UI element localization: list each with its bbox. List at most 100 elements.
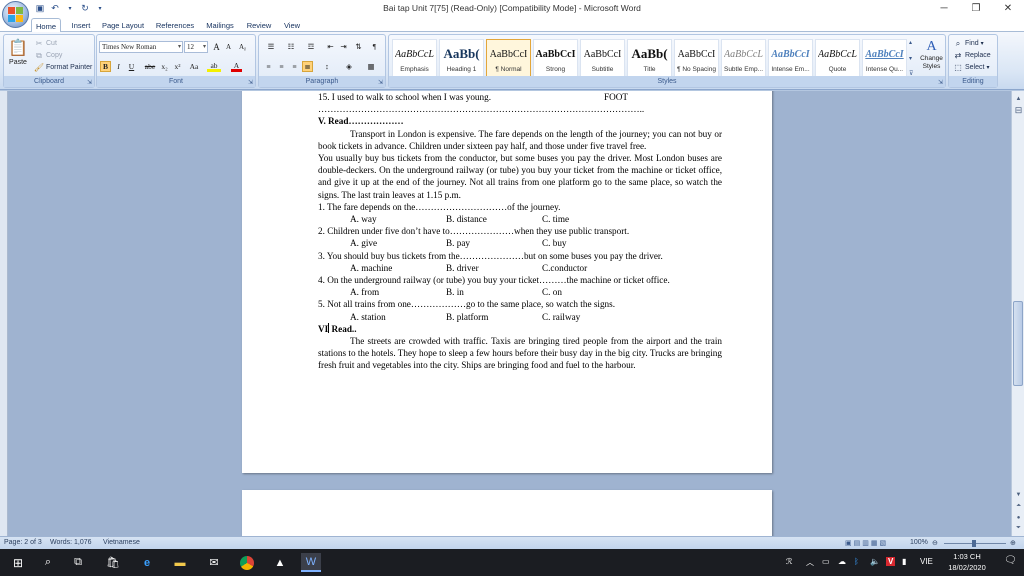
document-area[interactable]: 15. I used to walk to school when I was … bbox=[0, 91, 1011, 536]
people-icon[interactable]: ℛ bbox=[786, 557, 792, 566]
task-view-icon[interactable]: ⧉ bbox=[68, 553, 88, 572]
battery-icon[interactable]: ▭ bbox=[822, 557, 830, 566]
dialog-launcher-icon[interactable]: ⇲ bbox=[938, 79, 943, 86]
language-indicator[interactable]: Vietnamese bbox=[103, 539, 140, 546]
previous-page-icon[interactable]: ⏶ bbox=[1013, 501, 1024, 512]
ruler-toggle-icon[interactable]: ⊟ bbox=[1013, 105, 1024, 116]
word-count[interactable]: Words: 1,076 bbox=[50, 539, 92, 546]
highlight-button[interactable]: ab bbox=[207, 61, 221, 72]
page-count[interactable]: Page: 2 of 3 bbox=[4, 539, 42, 546]
multilevel-list-icon[interactable]: ☲ bbox=[303, 41, 319, 52]
tab-review[interactable]: Review bbox=[244, 19, 274, 32]
document-page[interactable]: 15. I used to walk to school when I was … bbox=[242, 91, 772, 473]
bold-button[interactable]: B bbox=[100, 61, 111, 72]
customize-qat-icon[interactable]: ▾ bbox=[94, 2, 106, 14]
zoom-out-icon[interactable]: ⊖ bbox=[932, 539, 938, 547]
justify-icon[interactable]: ≣ bbox=[302, 61, 313, 72]
tab-view[interactable]: View bbox=[280, 19, 304, 32]
photos-icon[interactable]: ▲ bbox=[270, 553, 290, 572]
underline-button[interactable]: U bbox=[126, 61, 137, 72]
restore-button[interactable]: ❐ bbox=[960, 0, 992, 17]
scrollbar-thumb[interactable] bbox=[1013, 301, 1023, 386]
style-intense-quote[interactable]: AaBbCcI Intense Qu... bbox=[862, 39, 907, 77]
clear-format-button[interactable]: Aᵪ bbox=[237, 41, 248, 52]
volume-icon[interactable]: 🔈 bbox=[870, 557, 880, 566]
style-strong[interactable]: AaBbCcI Strong bbox=[533, 39, 578, 77]
change-case-button[interactable]: Aa bbox=[187, 61, 201, 72]
pilcrow-icon[interactable]: ¶ bbox=[369, 41, 380, 52]
decrease-indent-icon[interactable]: ⇤ bbox=[325, 41, 336, 52]
select-browse-object-icon[interactable]: ● bbox=[1013, 512, 1024, 523]
dialog-launcher-icon[interactable]: ⇲ bbox=[248, 79, 253, 86]
select-button[interactable]: ⬚ Select ▾ bbox=[953, 62, 989, 73]
vertical-scrollbar[interactable]: ▲ ⊟ ▼ ⏶ ● ⏷ bbox=[1011, 91, 1024, 536]
change-styles-button[interactable]: A Change Styles bbox=[918, 39, 945, 77]
chevron-down-icon[interactable]: ▾ bbox=[909, 55, 916, 62]
office-button[interactable] bbox=[2, 1, 29, 28]
align-center-icon[interactable]: ≡ bbox=[276, 61, 287, 72]
line-spacing-icon[interactable]: ↕ bbox=[319, 61, 335, 72]
increase-indent-icon[interactable]: ⇥ bbox=[338, 41, 349, 52]
scroll-down-icon[interactable]: ▼ bbox=[1013, 489, 1024, 500]
style-emphasis[interactable]: AaBbCcL Emphasis bbox=[392, 39, 437, 77]
tab-insert[interactable]: Insert bbox=[66, 19, 96, 32]
edge-icon[interactable]: e bbox=[137, 553, 157, 572]
zoom-slider[interactable] bbox=[944, 540, 1006, 547]
cut-button[interactable]: ✂ Cut bbox=[34, 38, 57, 49]
style-intense-emphasis[interactable]: AaBbCcI Intense Em... bbox=[768, 39, 813, 77]
zoom-in-icon[interactable]: ⊕ bbox=[1010, 539, 1016, 547]
grow-font-button[interactable]: A bbox=[211, 41, 222, 52]
next-page-icon[interactable]: ⏷ bbox=[1013, 523, 1024, 534]
replace-button[interactable]: ⇄ Replace bbox=[953, 50, 991, 61]
superscript-button[interactable]: x² bbox=[172, 61, 183, 72]
format-painter-button[interactable]: 🖌 Format Painter bbox=[34, 62, 92, 73]
save-icon[interactable]: ▣ bbox=[34, 2, 46, 14]
word-taskbar-icon[interactable]: W bbox=[301, 553, 321, 572]
document-body[interactable]: 15. I used to walk to school when I was … bbox=[318, 91, 722, 372]
bullets-icon[interactable]: ☰ bbox=[263, 41, 279, 52]
sort-icon[interactable]: ⇅ bbox=[353, 41, 364, 52]
onedrive-icon[interactable]: ☁ bbox=[838, 557, 846, 566]
redo-icon[interactable]: ↻ bbox=[79, 2, 91, 14]
find-button[interactable]: ⌕ Find ▾ bbox=[953, 38, 984, 49]
copy-button[interactable]: ⧉ Copy bbox=[34, 50, 62, 61]
scroll-up-icon[interactable]: ▲ bbox=[1013, 93, 1024, 104]
shading-icon[interactable]: ◈ bbox=[341, 61, 357, 72]
style-subtitle[interactable]: AaBbCcI Subtitle bbox=[580, 39, 625, 77]
network-icon[interactable]: ▮ bbox=[902, 557, 906, 566]
close-button[interactable]: ✕ bbox=[992, 0, 1024, 17]
font-family-combo[interactable]: Times New Roman ▾ bbox=[99, 41, 183, 53]
style-subtle-emphasis[interactable]: AaBbCcL Subtle Emp... bbox=[721, 39, 766, 77]
document-page-next[interactable] bbox=[242, 490, 772, 536]
tab-home[interactable]: Home bbox=[31, 18, 61, 33]
bluetooth-icon[interactable]: ᛒ bbox=[854, 557, 859, 566]
tab-references[interactable]: References bbox=[152, 19, 198, 32]
zoom-level[interactable]: 100% bbox=[910, 539, 928, 546]
view-buttons-icon[interactable]: ▣▤▥▦▧ bbox=[845, 539, 888, 547]
search-icon[interactable]: ⌕ bbox=[38, 553, 58, 572]
mail-icon[interactable]: ✉ bbox=[204, 553, 224, 572]
style-quote[interactable]: AaBbCcL Quote bbox=[815, 39, 860, 77]
font-color-button[interactable]: A bbox=[231, 61, 242, 72]
font-size-combo[interactable]: 12 ▾ bbox=[184, 41, 208, 53]
tab-page-layout[interactable]: Page Layout bbox=[100, 19, 146, 32]
borders-icon[interactable]: ▦ bbox=[363, 61, 379, 72]
style-no-spacing[interactable]: AaBbCcI ¶ No Spacing bbox=[674, 39, 719, 77]
italic-button[interactable]: I bbox=[113, 61, 124, 72]
dialog-launcher-icon[interactable]: ⇲ bbox=[378, 79, 383, 86]
paste-button[interactable]: 📋 Paste bbox=[7, 38, 29, 74]
undo-dropdown-icon[interactable]: ▾ bbox=[64, 2, 76, 14]
windows-start-icon[interactable]: ⊞ bbox=[8, 553, 28, 572]
strikethrough-button[interactable]: abe bbox=[143, 61, 157, 72]
dialog-launcher-icon[interactable]: ⇲ bbox=[87, 79, 92, 86]
style-title[interactable]: AaBb( Title bbox=[627, 39, 672, 77]
shrink-font-button[interactable]: A bbox=[223, 41, 234, 52]
subscript-button[interactable]: x₂ bbox=[159, 61, 170, 72]
antivirus-icon[interactable]: V bbox=[886, 557, 896, 566]
align-left-icon[interactable]: ≡ bbox=[263, 61, 274, 72]
store-icon[interactable]: 🛍 bbox=[103, 553, 123, 572]
notifications-icon[interactable]: 🗨 bbox=[1004, 555, 1017, 566]
minimize-button[interactable]: ─ bbox=[928, 0, 960, 17]
tab-mailings[interactable]: Mailings bbox=[203, 19, 237, 32]
numbering-icon[interactable]: ☷ bbox=[283, 41, 299, 52]
